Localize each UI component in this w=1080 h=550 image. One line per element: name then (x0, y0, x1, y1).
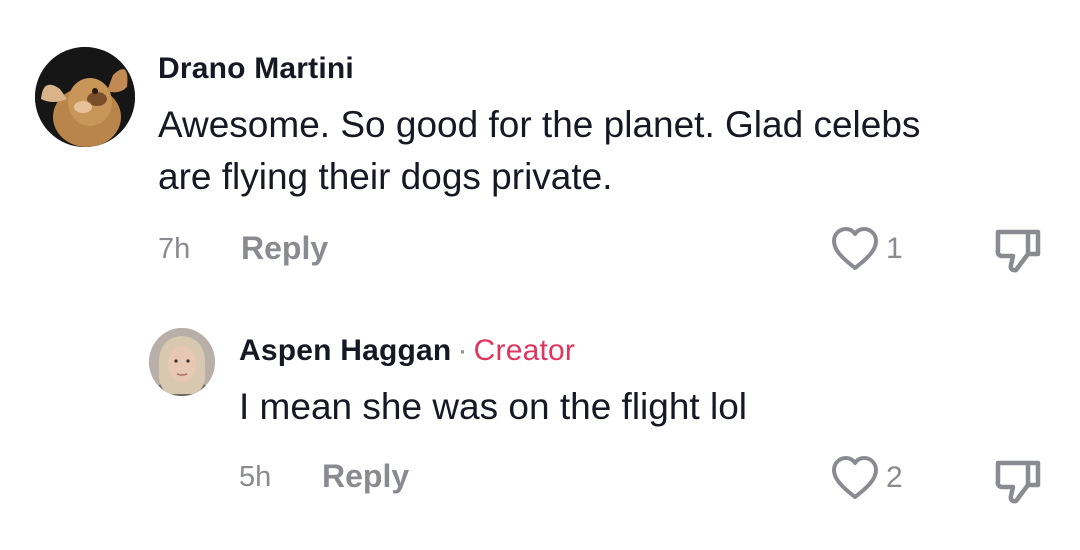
dislike-button[interactable] (992, 457, 1044, 510)
comment-timestamp: 7h (158, 233, 191, 265)
heart-outline-icon (832, 456, 878, 499)
dog-avatar-image (35, 47, 135, 147)
comment-username[interactable]: Drano Martini (158, 52, 354, 86)
avatar[interactable] (35, 47, 135, 147)
separator-dot: · (457, 334, 468, 367)
thumbs-down-icon (995, 460, 1041, 504)
like-count: 1 (886, 232, 903, 265)
thumbs-down-icon (995, 229, 1041, 273)
comment-text: I mean she was on the flight lol (239, 386, 748, 427)
like-button[interactable]: 1 (830, 226, 903, 272)
comment-timestamp: 5h (239, 461, 272, 493)
comment-item: Drano Martini Awesome. So good for the p… (0, 0, 1080, 300)
reply-comment-item: Aspen Haggan · Creator I mean she was on t… (0, 300, 1080, 550)
creator-badge: Creator (473, 334, 576, 367)
reply-button[interactable]: Reply (322, 458, 409, 495)
like-count: 2 (886, 461, 903, 494)
reply-button[interactable]: Reply (241, 230, 328, 267)
comment-username[interactable]: Aspen Haggan (239, 334, 451, 367)
comment-text: Awesome. So good for the planet. Glad ce… (158, 104, 921, 197)
like-button[interactable]: 2 (830, 455, 903, 501)
avatar[interactable] (149, 328, 215, 396)
heart-outline-icon (832, 227, 878, 270)
comment-username-row: Aspen Haggan · Creator (239, 334, 575, 368)
person-avatar-image (149, 328, 215, 396)
dislike-button[interactable] (992, 226, 1044, 279)
